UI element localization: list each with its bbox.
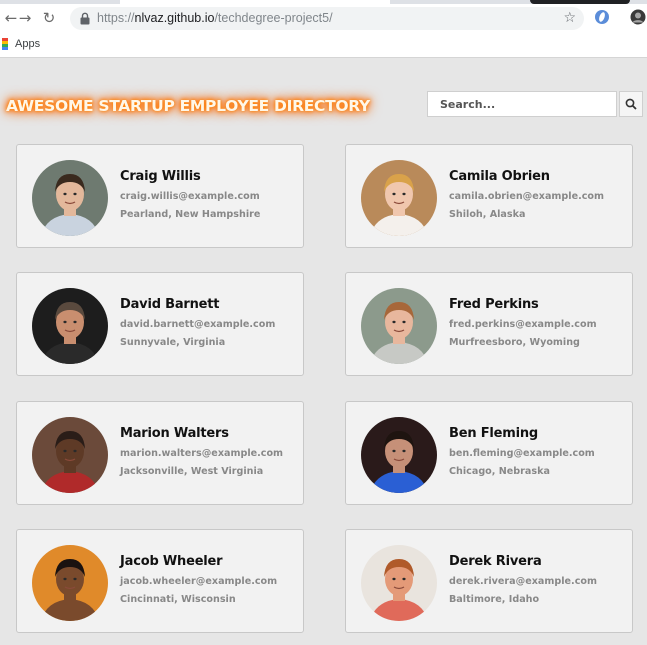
employee-location: Chicago, Nebraska: [449, 466, 550, 477]
employee-name: Marion Walters: [120, 426, 229, 441]
search-button[interactable]: [619, 91, 643, 117]
employee-email: derek.rivera@example.com: [449, 576, 597, 587]
extension-icon[interactable]: [594, 9, 610, 25]
url-scheme: https://: [97, 11, 135, 25]
employee-info: Fred Perkins fred.perkins@example.com Mu…: [449, 297, 597, 348]
employee-name: Jacob Wheeler: [120, 554, 223, 569]
employee-photo: [32, 288, 108, 364]
employee-card[interactable]: Derek Rivera derek.rivera@example.com Ba…: [345, 529, 633, 633]
reload-icon[interactable]: ↻: [40, 9, 58, 27]
employee-location: Murfreesboro, Wyoming: [449, 337, 580, 348]
employee-email: marion.walters@example.com: [120, 448, 284, 459]
employee-name: Camila Obrien: [449, 169, 550, 184]
employee-email: david.barnett@example.com: [120, 319, 276, 330]
employee-photo: [361, 545, 437, 621]
employee-card[interactable]: Camila Obrien camila.obrien@example.com …: [345, 144, 633, 248]
employee-name: Ben Fleming: [449, 426, 539, 441]
employee-info: David Barnett david.barnett@example.com …: [120, 297, 275, 348]
employee-info: Marion Walters marion.walters@example.co…: [120, 426, 283, 477]
employee-info: Jacob Wheeler jacob.wheeler@example.com …: [120, 554, 277, 605]
employee-location: Pearland, New Hampshire: [120, 209, 261, 220]
employee-info: Derek Rivera derek.rivera@example.com Ba…: [449, 554, 597, 605]
employee-email: ben.fleming@example.com: [449, 448, 595, 459]
employee-photo: [32, 160, 108, 236]
employee-email: jacob.wheeler@example.com: [120, 576, 278, 587]
employee-photo: [361, 417, 437, 493]
bookmarks-bar: Apps: [0, 34, 40, 54]
bookmark-apps[interactable]: Apps: [15, 38, 40, 50]
employee-card[interactable]: Craig Willis craig.willis@example.com Pe…: [16, 144, 304, 248]
search-icon: [625, 98, 637, 110]
employee-location: Cincinnati, Wisconsin: [120, 594, 236, 605]
url-path: /techdegree-project5/: [214, 11, 333, 25]
employee-card[interactable]: Fred Perkins fred.perkins@example.com Mu…: [345, 272, 633, 376]
page-title: AWESOME STARTUP EMPLOYEE DIRECTORY: [6, 97, 370, 115]
employee-photo: [32, 545, 108, 621]
employee-photo: [32, 417, 108, 493]
tab-strip: [0, 0, 647, 4]
employee-location: Shiloh, Alaska: [449, 209, 526, 220]
employee-card[interactable]: Ben Fleming ben.fleming@example.com Chic…: [345, 401, 633, 505]
employee-photo: [361, 288, 437, 364]
employee-name: Fred Perkins: [449, 297, 539, 312]
employee-card[interactable]: Jacob Wheeler jacob.wheeler@example.com …: [16, 529, 304, 633]
search-input[interactable]: [427, 91, 617, 117]
browser-chrome: ← → ↻ https://nlvaz.github.io/techdegree…: [0, 0, 647, 58]
employee-location: Jacksonville, West Virginia: [120, 466, 264, 477]
other-tab[interactable]: [530, 0, 630, 4]
employee-email: craig.willis@example.com: [120, 191, 260, 202]
lock-icon: [80, 12, 90, 25]
url-text[interactable]: https://nlvaz.github.io/techdegree-proje…: [97, 10, 333, 27]
profile-avatar-icon[interactable]: [630, 9, 646, 25]
apps-grid-icon[interactable]: [2, 38, 8, 50]
address-bar[interactable]: https://nlvaz.github.io/techdegree-proje…: [70, 7, 584, 30]
active-tab[interactable]: [120, 0, 390, 4]
url-host: nlvaz.github.io: [134, 11, 215, 25]
employee-name: David Barnett: [120, 297, 220, 312]
employee-name: Derek Rivera: [449, 554, 542, 569]
employee-email: fred.perkins@example.com: [449, 319, 597, 330]
employee-photo: [361, 160, 437, 236]
employee-card[interactable]: Marion Walters marion.walters@example.co…: [16, 401, 304, 505]
employee-name: Craig Willis: [120, 169, 201, 184]
employee-info: Craig Willis craig.willis@example.com Pe…: [120, 169, 260, 220]
employee-card[interactable]: David Barnett david.barnett@example.com …: [16, 272, 304, 376]
bookmark-star-icon[interactable]: ☆: [563, 9, 576, 27]
employee-info: Ben Fleming ben.fleming@example.com Chic…: [449, 426, 595, 477]
forward-arrow-icon[interactable]: →: [16, 9, 34, 27]
page-content: AWESOME STARTUP EMPLOYEE DIRECTORY Craig…: [0, 59, 647, 645]
employee-info: Camila Obrien camila.obrien@example.com …: [449, 169, 604, 220]
employee-email: camila.obrien@example.com: [449, 191, 605, 202]
employee-location: Sunnyvale, Virginia: [120, 337, 226, 348]
employee-location: Baltimore, Idaho: [449, 594, 540, 605]
